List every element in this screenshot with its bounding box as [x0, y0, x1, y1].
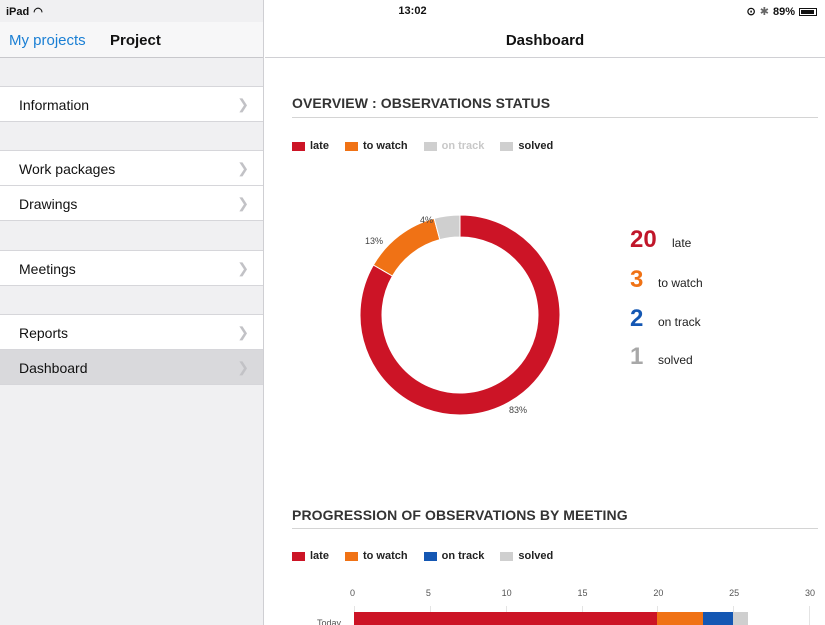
bar-segment-late — [354, 612, 658, 625]
chevron-right-icon: ❯ — [237, 324, 249, 340]
chevron-right-icon: ❯ — [237, 359, 249, 375]
stat-label: late — [672, 236, 692, 250]
legend-label: late — [310, 550, 329, 562]
stat-to-watch: 3 to watch — [630, 266, 703, 294]
sidebar-item-label: Work packages — [19, 161, 116, 177]
sidebar-item-meetings[interactable]: Meetings ❯ — [0, 250, 263, 286]
x-tick-label: 30 — [805, 588, 816, 598]
sidebar-title: Project — [110, 32, 161, 49]
progression-legend: late to watch on track solved — [292, 550, 569, 562]
legend-item-solved: solved — [500, 550, 553, 562]
legend-label: late — [310, 140, 329, 152]
legend-label: on track — [441, 140, 485, 152]
legend-label: solved — [518, 550, 554, 562]
gridline — [809, 606, 810, 625]
stat-label: solved — [658, 353, 693, 367]
stat-value: 1 — [630, 343, 644, 370]
sidebar-item-reports[interactable]: Reports ❯ — [0, 314, 263, 350]
legend-item-on-track: on track — [423, 550, 485, 562]
x-tick-label: 20 — [653, 588, 664, 598]
stat-label: to watch — [658, 276, 703, 290]
x-tick-label: 10 — [501, 588, 512, 598]
bar-segment-on-track — [702, 612, 734, 625]
sidebar-item-information[interactable]: Information ❯ — [0, 86, 263, 122]
row-label-today: Today — [317, 618, 342, 625]
legend-item-late: late — [292, 550, 329, 562]
bar-segment-solved — [733, 612, 749, 625]
stat-value: 2 — [630, 305, 644, 332]
sidebar-item-label: Drawings — [19, 196, 78, 212]
stat-solved: 1 solved — [630, 343, 693, 371]
chevron-right-icon: ❯ — [237, 96, 249, 112]
legend-swatch — [292, 141, 305, 151]
legend-label: to watch — [362, 140, 408, 152]
x-tick-label: 5 — [425, 588, 431, 598]
legend-item-to-watch: to watch — [344, 550, 408, 562]
battery-icon — [799, 7, 817, 16]
progression-bar-chart: 0 5 10 15 20 25 30 Today — [265, 580, 825, 625]
sidebar-item-drawings[interactable]: Drawings ❯ — [0, 185, 263, 221]
legend-item-to-watch: to watch — [344, 140, 408, 152]
chevron-right-icon: ❯ — [237, 260, 249, 276]
stat-label: on track — [658, 315, 701, 329]
legend-item-solved: solved — [500, 140, 553, 152]
sidebar-item-label: Reports — [19, 325, 69, 341]
status-bar: iPad ◠ 13:02 ⊙ ✱ 89% — [0, 0, 825, 22]
sidebar-item-dashboard[interactable]: Dashboard ❯ — [0, 349, 263, 385]
x-tick-label: 0 — [350, 588, 356, 598]
sidebar-item-work-packages[interactable]: Work packages ❯ — [0, 150, 263, 186]
battery-percent: 89% — [772, 5, 795, 18]
legend-item-on-track: on track — [423, 140, 485, 152]
status-time: 13:02 — [398, 5, 427, 17]
device-name: iPad — [6, 5, 30, 18]
stat-on-track: 2 on track — [630, 305, 701, 333]
status-left: iPad ◠ — [6, 5, 43, 19]
donut-slice-to-watch — [372, 217, 441, 277]
bar-segment-to-watch — [657, 612, 703, 625]
legend-label: solved — [518, 140, 554, 152]
main-navbar: Dashboard — [265, 22, 825, 58]
location-icon: ⊙ — [746, 6, 756, 18]
legend-swatch — [423, 141, 437, 151]
section-divider — [292, 117, 818, 118]
legend-swatch — [344, 141, 358, 151]
legend-swatch — [423, 551, 437, 561]
back-to-my-projects-link[interactable]: My projects — [9, 32, 86, 49]
sidebar: My projects Project Information ❯ Work p… — [0, 0, 264, 625]
slice-label-to-watch: 13% — [365, 236, 384, 246]
x-tick-label: 15 — [577, 588, 588, 598]
stat-value: 20 — [630, 226, 657, 253]
legend-swatch — [500, 141, 514, 151]
sidebar-item-label: Meetings — [19, 261, 76, 277]
app-window: My projects Project Information ❯ Work p… — [0, 0, 825, 625]
stat-value: 3 — [630, 266, 644, 293]
overview-section-title: OVERVIEW : OBSERVATIONS STATUS — [292, 95, 551, 111]
wifi-icon: ◠ — [33, 6, 43, 18]
overview-legend: late to watch on track solved — [292, 140, 569, 152]
legend-swatch — [292, 551, 305, 561]
slice-label-late: 83% — [509, 405, 528, 415]
sidebar-navbar: My projects Project — [0, 22, 263, 58]
x-tick-label: 25 — [729, 588, 740, 598]
progression-section-title: PROGRESSION OF OBSERVATIONS BY MEETING — [292, 507, 628, 523]
stat-late: 20 late — [630, 226, 691, 254]
section-divider — [292, 528, 818, 529]
chevron-right-icon: ❯ — [237, 160, 249, 176]
bluetooth-icon: ✱ — [759, 6, 769, 18]
chevron-right-icon: ❯ — [237, 195, 249, 211]
status-right: ⊙ ✱ 89% — [747, 5, 817, 18]
legend-swatch — [500, 551, 514, 561]
slice-label-solved: 4% — [420, 215, 434, 225]
sidebar-item-label: Information — [19, 97, 90, 113]
sidebar-item-label: Dashboard — [19, 360, 88, 376]
legend-label: on track — [441, 550, 485, 562]
legend-label: to watch — [362, 550, 408, 562]
page-title: Dashboard — [505, 32, 585, 49]
observations-status-donut-chart — [359, 214, 561, 416]
legend-item-late: late — [292, 140, 329, 152]
legend-swatch — [344, 551, 358, 561]
main-panel: Dashboard OVERVIEW : OBSERVATIONS STATUS… — [265, 0, 825, 625]
